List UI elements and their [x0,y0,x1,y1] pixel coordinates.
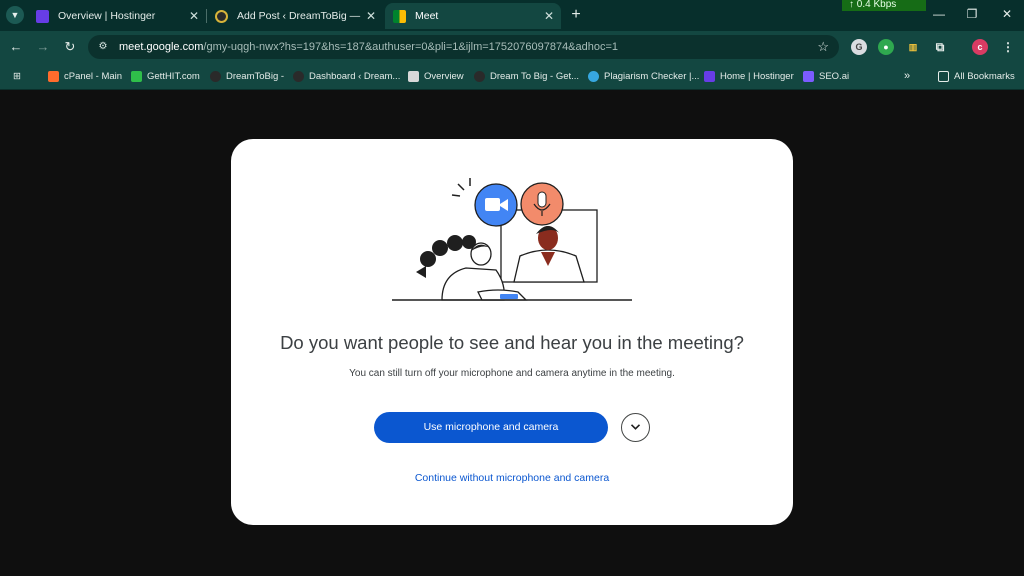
grammarly-extension-icon[interactable]: G [851,39,867,55]
bookmark-overview[interactable]: Overview [408,69,464,83]
apps-grid-icon[interactable]: ⊞ [13,69,21,83]
tab-strip: ▼ Overview | Hostinger ✕ Add Post ‹ Drea… [0,0,1024,31]
url-host: meet.google.com [119,41,204,53]
getthit-icon [131,70,142,82]
chevron-down-icon [630,424,641,430]
browser-toolbar: ← → ↻ ⚙ meet.google.com/gmy-uqgh-nwx?hs=… [0,31,1024,62]
address-bar[interactable]: ⚙ meet.google.com/gmy-uqgh-nwx?hs=197&hs… [88,35,839,59]
dreamtobig-icon [474,70,485,82]
cpanel-icon [48,70,59,82]
bookmark-seoai[interactable]: SEO.ai [803,69,849,83]
extensions-puzzle-icon[interactable]: ⧉ [932,39,948,55]
hostinger-icon [36,9,49,23]
bookmark-getthit[interactable]: GettHIT.com [131,69,200,83]
net-speed-indicator: ↑ 0.4 Kbps [842,0,926,11]
browser-menu-icon[interactable]: ⋮ [1000,39,1016,55]
tab-hostinger-overview[interactable]: Overview | Hostinger ✕ [28,3,206,29]
bookmark-label: Dashboard ‹ Dream... [309,70,401,82]
tab-search-button[interactable]: ▼ [6,6,24,24]
forward-icon[interactable]: → [34,38,52,56]
close-tab-icon[interactable]: ✕ [186,9,202,23]
chart-extension-icon[interactable]: ▥ [905,39,921,55]
permission-dialog: Do you want people to see and hear you i… [231,139,793,525]
permission-question: Do you want people to see and hear you i… [280,332,744,353]
bookmarks-overflow-icon[interactable]: » [904,69,910,83]
tab-title: Meet [415,10,439,22]
bookmark-label: Dream To Big - Get... [490,70,580,82]
restore-icon[interactable]: ❐ [962,7,982,21]
bookmark-hostinger-home[interactable]: Home | Hostinger [704,69,794,83]
hostinger-icon [704,70,715,82]
reload-icon[interactable]: ↻ [61,38,79,56]
tab-add-post[interactable]: Add Post ‹ DreamToBig — Wor ✕ [207,3,383,29]
bookmark-label: Overview [424,70,464,82]
google-meet-icon [393,9,406,23]
bookmark-plagiarism[interactable]: Plagiarism Checker |... [588,69,699,83]
wordpress-icon [215,9,228,23]
tab-title: Overview | Hostinger [58,10,156,22]
more-options-button[interactable] [621,413,650,442]
bookmark-label: DreamToBig - [226,70,285,82]
new-tab-button[interactable]: + [567,6,585,24]
overview-icon [408,70,419,82]
bookmark-label: Plagiarism Checker |... [604,70,700,82]
url-path: /gmy-uqgh-nwx?hs=197&hs=187&authuser=0&p… [203,41,619,53]
bookmark-dashboard[interactable]: Dashboard ‹ Dream... [293,69,400,83]
profile-avatar[interactable]: c [972,39,988,55]
bookmark-star-icon[interactable]: ☆ [817,39,829,55]
bookmarks-bar: ⊞ cPanel - Main GettHIT.com DreamToBig -… [0,62,1024,90]
window-close-icon[interactable]: ✕ [997,7,1017,21]
dreamtobig-icon [210,70,221,82]
tab-meet[interactable]: Meet ✕ [385,3,561,29]
plagiarism-icon [588,70,599,82]
use-mic-and-camera-button[interactable]: Use microphone and camera [374,412,608,443]
all-bookmarks-button[interactable]: All Bookmarks [938,69,1015,83]
tab-title: Add Post ‹ DreamToBig — Wor [237,10,363,22]
bookmark-label: Home | Hostinger [720,70,794,82]
folder-icon [938,70,949,82]
continue-without-button[interactable]: Continue without microphone and camera [231,472,793,484]
bookmark-label: cPanel - Main [64,70,123,82]
seo-extension-icon[interactable]: ● [878,39,894,55]
bookmark-dreamtobig[interactable]: DreamToBig - [210,69,284,83]
seoai-icon [803,70,814,82]
all-bookmarks-label: All Bookmarks [954,70,1015,82]
permission-subtext: You can still turn off your microphone a… [349,368,675,379]
meeting-illustration [392,178,632,301]
bookmark-cpanel[interactable]: cPanel - Main [48,69,122,83]
close-tab-icon[interactable]: ✕ [363,9,379,23]
site-settings-icon[interactable]: ⚙ [96,40,110,54]
dreamtobig-icon [293,70,304,82]
close-tab-icon[interactable]: ✕ [541,9,557,23]
bookmark-dream-to-big[interactable]: Dream To Big - Get... [474,69,579,83]
back-icon[interactable]: ← [7,38,25,56]
bookmark-label: SEO.ai [819,70,850,82]
url-text[interactable]: meet.google.com/gmy-uqgh-nwx?hs=197&hs=1… [119,41,618,53]
net-speed-value: 0.4 Kbps [856,0,897,10]
bookmark-label: GettHIT.com [147,70,200,82]
minimize-icon[interactable]: — [929,7,949,21]
